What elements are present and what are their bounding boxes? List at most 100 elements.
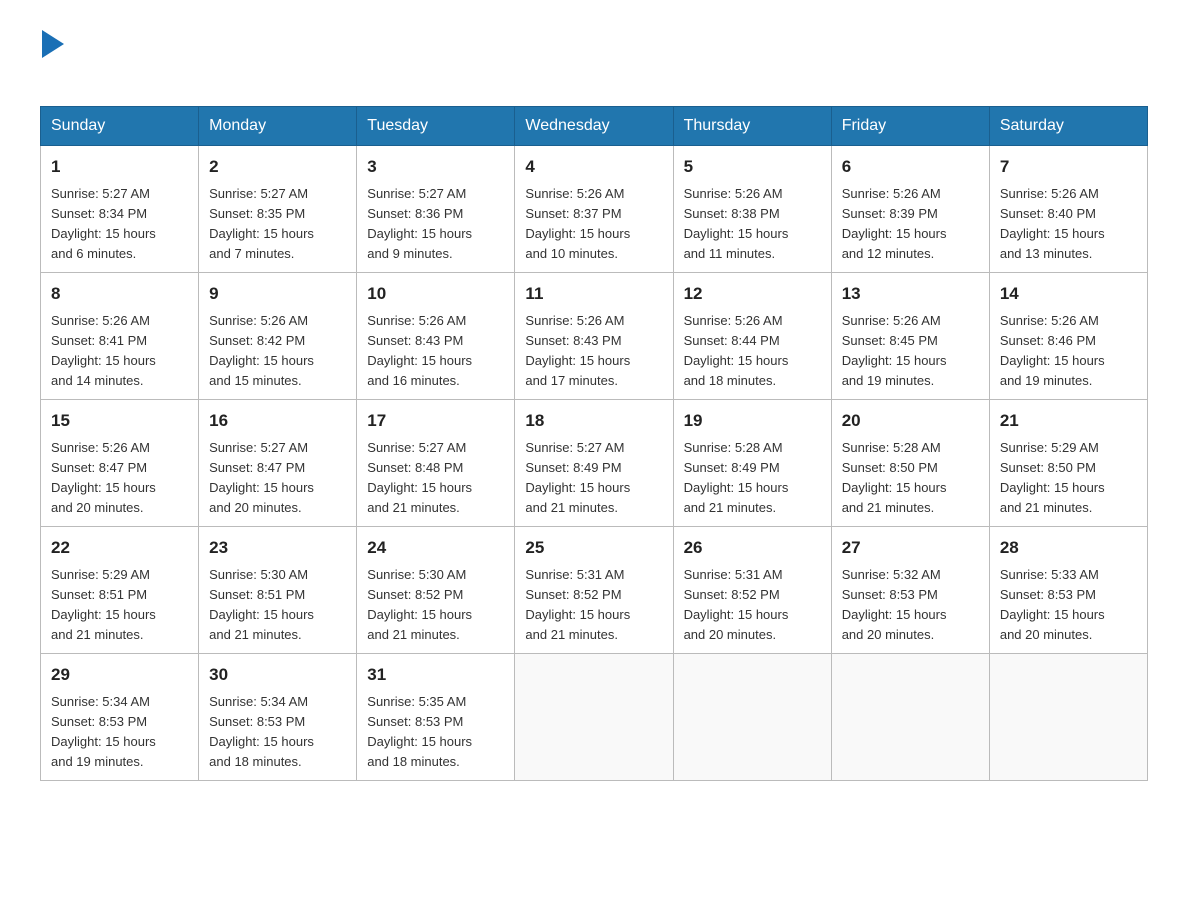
day-info: Sunrise: 5:26 AMSunset: 8:39 PMDaylight:… — [842, 184, 979, 265]
day-info: Sunrise: 5:33 AMSunset: 8:53 PMDaylight:… — [1000, 565, 1137, 646]
calendar-table: SundayMondayTuesdayWednesdayThursdayFrid… — [40, 106, 1148, 781]
day-info: Sunrise: 5:26 AMSunset: 8:45 PMDaylight:… — [842, 311, 979, 392]
day-number: 3 — [367, 154, 504, 180]
calendar-cell: 10 Sunrise: 5:26 AMSunset: 8:43 PMDayligh… — [357, 273, 515, 400]
header-thursday: Thursday — [673, 107, 831, 146]
day-number: 15 — [51, 408, 188, 434]
header-sunday: Sunday — [41, 107, 199, 146]
day-info: Sunrise: 5:27 AMSunset: 8:47 PMDaylight:… — [209, 438, 346, 519]
day-info: Sunrise: 5:27 AMSunset: 8:48 PMDaylight:… — [367, 438, 504, 519]
day-info: Sunrise: 5:26 AMSunset: 8:41 PMDaylight:… — [51, 311, 188, 392]
day-info: Sunrise: 5:26 AMSunset: 8:37 PMDaylight:… — [525, 184, 662, 265]
calendar-cell: 3 Sunrise: 5:27 AMSunset: 8:36 PMDaylight… — [357, 146, 515, 273]
calendar-cell: 26 Sunrise: 5:31 AMSunset: 8:52 PMDayligh… — [673, 527, 831, 654]
day-number: 20 — [842, 408, 979, 434]
day-info: Sunrise: 5:26 AMSunset: 8:42 PMDaylight:… — [209, 311, 346, 392]
day-info: Sunrise: 5:26 AMSunset: 8:46 PMDaylight:… — [1000, 311, 1137, 392]
day-number: 22 — [51, 535, 188, 561]
calendar-cell: 22Sunrise: 5:29 AMSunset: 8:51 PMDayligh… — [41, 527, 199, 654]
day-info: Sunrise: 5:35 AMSunset: 8:53 PMDaylight:… — [367, 692, 504, 773]
calendar-week-row: 15 Sunrise: 5:26 AMSunset: 8:47 PMDayligh… — [41, 400, 1148, 527]
calendar-cell: 13 Sunrise: 5:26 AMSunset: 8:45 PMDayligh… — [831, 273, 989, 400]
calendar-cell: 20 Sunrise: 5:28 AMSunset: 8:50 PMDayligh… — [831, 400, 989, 527]
calendar-week-row: 8 Sunrise: 5:26 AMSunset: 8:41 PMDaylight… — [41, 273, 1148, 400]
calendar-week-row: 1Sunrise: 5:27 AMSunset: 8:34 PMDaylight… — [41, 146, 1148, 273]
day-number: 21 — [1000, 408, 1137, 434]
day-info: Sunrise: 5:27 AMSunset: 8:36 PMDaylight:… — [367, 184, 504, 265]
calendar-cell — [989, 654, 1147, 781]
day-number: 17 — [367, 408, 504, 434]
day-info: Sunrise: 5:32 AMSunset: 8:53 PMDaylight:… — [842, 565, 979, 646]
day-info: Sunrise: 5:28 AMSunset: 8:49 PMDaylight:… — [684, 438, 821, 519]
day-info: Sunrise: 5:27 AMSunset: 8:35 PMDaylight:… — [209, 184, 346, 265]
day-info: Sunrise: 5:26 AMSunset: 8:38 PMDaylight:… — [684, 184, 821, 265]
calendar-cell: 28 Sunrise: 5:33 AMSunset: 8:53 PMDayligh… — [989, 527, 1147, 654]
calendar-cell: 5 Sunrise: 5:26 AMSunset: 8:38 PMDaylight… — [673, 146, 831, 273]
day-number: 16 — [209, 408, 346, 434]
day-info: Sunrise: 5:26 AMSunset: 8:47 PMDaylight:… — [51, 438, 188, 519]
day-info: Sunrise: 5:27 AMSunset: 8:49 PMDaylight:… — [525, 438, 662, 519]
day-number: 24 — [367, 535, 504, 561]
calendar-week-row: 22Sunrise: 5:29 AMSunset: 8:51 PMDayligh… — [41, 527, 1148, 654]
day-number: 18 — [525, 408, 662, 434]
calendar-cell: 25 Sunrise: 5:31 AMSunset: 8:52 PMDayligh… — [515, 527, 673, 654]
calendar-cell: 1Sunrise: 5:27 AMSunset: 8:34 PMDaylight… — [41, 146, 199, 273]
day-number: 28 — [1000, 535, 1137, 561]
day-number: 23 — [209, 535, 346, 561]
day-number: 6 — [842, 154, 979, 180]
calendar-cell: 14 Sunrise: 5:26 AMSunset: 8:46 PMDayligh… — [989, 273, 1147, 400]
day-number: 27 — [842, 535, 979, 561]
day-number: 13 — [842, 281, 979, 307]
day-info: Sunrise: 5:26 AMSunset: 8:44 PMDaylight:… — [684, 311, 821, 392]
day-info: Sunrise: 5:34 AMSunset: 8:53 PMDaylight:… — [51, 692, 188, 773]
calendar-cell: 17 Sunrise: 5:27 AMSunset: 8:48 PMDayligh… — [357, 400, 515, 527]
calendar-cell: 15 Sunrise: 5:26 AMSunset: 8:47 PMDayligh… — [41, 400, 199, 527]
calendar-cell: 31 Sunrise: 5:35 AMSunset: 8:53 PMDayligh… — [357, 654, 515, 781]
day-number: 29 — [51, 662, 188, 688]
calendar-cell: 29 Sunrise: 5:34 AMSunset: 8:53 PMDayligh… — [41, 654, 199, 781]
calendar-cell: 24 Sunrise: 5:30 AMSunset: 8:52 PMDayligh… — [357, 527, 515, 654]
day-info: Sunrise: 5:34 AMSunset: 8:53 PMDaylight:… — [209, 692, 346, 773]
day-number: 12 — [684, 281, 821, 307]
day-number: 7 — [1000, 154, 1137, 180]
calendar-cell — [831, 654, 989, 781]
day-number: 26 — [684, 535, 821, 561]
calendar-cell: 7Sunrise: 5:26 AMSunset: 8:40 PMDaylight… — [989, 146, 1147, 273]
day-number: 10 — [367, 281, 504, 307]
day-number: 2 — [209, 154, 346, 180]
calendar-cell: 9Sunrise: 5:26 AMSunset: 8:42 PMDaylight… — [199, 273, 357, 400]
day-info: Sunrise: 5:31 AMSunset: 8:52 PMDaylight:… — [684, 565, 821, 646]
day-number: 31 — [367, 662, 504, 688]
calendar-cell: 30Sunrise: 5:34 AMSunset: 8:53 PMDayligh… — [199, 654, 357, 781]
calendar-cell: 11 Sunrise: 5:26 AMSunset: 8:43 PMDayligh… — [515, 273, 673, 400]
header-wednesday: Wednesday — [515, 107, 673, 146]
calendar-cell: 18 Sunrise: 5:27 AMSunset: 8:49 PMDayligh… — [515, 400, 673, 527]
calendar-cell: 21Sunrise: 5:29 AMSunset: 8:50 PMDayligh… — [989, 400, 1147, 527]
logo — [40, 30, 64, 86]
calendar-cell: 12 Sunrise: 5:26 AMSunset: 8:44 PMDayligh… — [673, 273, 831, 400]
calendar-cell — [515, 654, 673, 781]
day-number: 14 — [1000, 281, 1137, 307]
calendar-cell: 6 Sunrise: 5:26 AMSunset: 8:39 PMDaylight… — [831, 146, 989, 273]
header-saturday: Saturday — [989, 107, 1147, 146]
page-header — [40, 30, 1148, 86]
day-number: 25 — [525, 535, 662, 561]
calendar-cell: 2 Sunrise: 5:27 AMSunset: 8:35 PMDaylight… — [199, 146, 357, 273]
day-info: Sunrise: 5:26 AMSunset: 8:43 PMDaylight:… — [525, 311, 662, 392]
day-info: Sunrise: 5:31 AMSunset: 8:52 PMDaylight:… — [525, 565, 662, 646]
day-number: 1 — [51, 154, 188, 180]
day-info: Sunrise: 5:30 AMSunset: 8:52 PMDaylight:… — [367, 565, 504, 646]
day-number: 5 — [684, 154, 821, 180]
day-number: 19 — [684, 408, 821, 434]
calendar-cell: 23 Sunrise: 5:30 AMSunset: 8:51 PMDayligh… — [199, 527, 357, 654]
header-tuesday: Tuesday — [357, 107, 515, 146]
calendar-cell: 19 Sunrise: 5:28 AMSunset: 8:49 PMDayligh… — [673, 400, 831, 527]
day-info: Sunrise: 5:26 AMSunset: 8:43 PMDaylight:… — [367, 311, 504, 392]
calendar-cell: 4Sunrise: 5:26 AMSunset: 8:37 PMDaylight… — [515, 146, 673, 273]
day-number: 8 — [51, 281, 188, 307]
calendar-header-row: SundayMondayTuesdayWednesdayThursdayFrid… — [41, 107, 1148, 146]
day-info: Sunrise: 5:28 AMSunset: 8:50 PMDaylight:… — [842, 438, 979, 519]
day-info: Sunrise: 5:30 AMSunset: 8:51 PMDaylight:… — [209, 565, 346, 646]
day-number: 11 — [525, 281, 662, 307]
header-monday: Monday — [199, 107, 357, 146]
